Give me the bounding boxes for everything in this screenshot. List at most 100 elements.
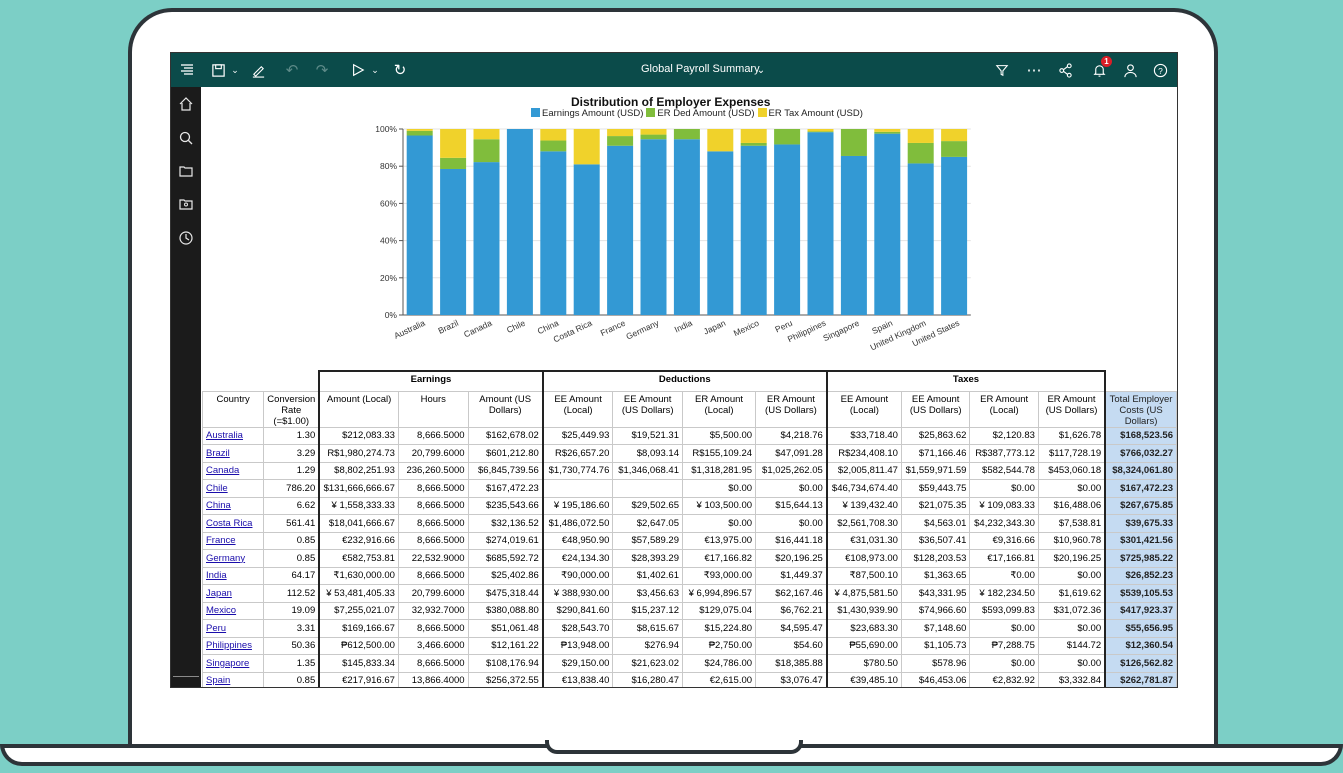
table-cell: $145,833.34 — [318, 654, 399, 673]
table-cell: ¥ 388,930.00 — [541, 584, 614, 603]
table-cell: $8,093.14 — [612, 444, 683, 463]
bar-segment — [840, 129, 867, 156]
table-cell: $4,563.01 — [900, 514, 971, 533]
total-cell: $725,985.22 — [1104, 549, 1177, 568]
x-tick-label: Costa Rica — [552, 318, 594, 345]
table-cell: €232,916.66 — [318, 531, 399, 550]
y-tick-label: 100% — [375, 124, 397, 134]
table-cell: ₹0.00 — [969, 566, 1039, 585]
table-cell: $0.00 — [681, 479, 757, 498]
table-cell: $578.96 — [900, 654, 971, 673]
country-link[interactable]: Japan — [201, 584, 265, 603]
country-link[interactable]: Spain — [201, 671, 265, 687]
country-link[interactable]: Germany — [201, 549, 265, 568]
table-cell: $1,619.62 — [1037, 584, 1106, 603]
table-cell: ₱55,690.00 — [825, 636, 902, 655]
team-folder-icon[interactable] — [175, 193, 197, 215]
bar-segment — [740, 129, 767, 143]
filter-icon[interactable] — [991, 59, 1013, 81]
column-header: EE Amount (US Dollars) — [900, 390, 971, 428]
table-cell: $4,218.76 — [755, 426, 828, 445]
chevron-down-icon[interactable]: ⌄ — [224, 59, 246, 81]
table-cell: $0.00 — [1037, 479, 1106, 498]
country-link[interactable]: Chile — [201, 479, 265, 498]
table-cell: $4,595.47 — [755, 619, 828, 638]
undo-icon[interactable]: ↶ — [281, 59, 303, 81]
country-link[interactable]: Philippines — [201, 636, 265, 655]
bar-segment — [406, 130, 433, 136]
table-cell: $0.00 — [1037, 654, 1106, 673]
country-link[interactable]: India — [201, 566, 265, 585]
x-tick-label: Australia — [392, 318, 426, 341]
table-cell: €217,916.67 — [318, 671, 399, 687]
refresh-icon[interactable]: ↻ — [389, 59, 411, 81]
bar-segment — [907, 163, 934, 315]
country-link[interactable]: Singapore — [201, 654, 265, 673]
country-link[interactable]: Brazil — [201, 444, 265, 463]
total-cell: $26,852.23 — [1104, 566, 1177, 585]
bar-segment — [473, 162, 500, 315]
table-cell: ¥ 195,186.60 — [541, 496, 614, 515]
table-cell: $0.00 — [969, 619, 1039, 638]
table-cell: 0.85 — [263, 549, 320, 568]
hamburger-icon[interactable] — [176, 59, 198, 81]
table-cell: 13,866.4000 — [397, 671, 469, 687]
recent-icon[interactable] — [175, 227, 197, 249]
country-link[interactable]: Canada — [201, 461, 265, 480]
column-header: ER Amount (Local) — [681, 390, 757, 428]
folder-icon[interactable] — [175, 160, 197, 182]
table-cell: $18,385.88 — [755, 654, 828, 673]
country-link[interactable]: France — [201, 531, 265, 550]
table-cell: 8,666.5000 — [397, 566, 469, 585]
table-cell: R$155,109.24 — [681, 444, 757, 463]
help-icon[interactable]: ? — [1149, 59, 1171, 81]
table-row: Spain 0.85 €217,916.67 13,866.4000 $256,372.… — [201, 671, 1177, 687]
country-link[interactable]: China — [201, 496, 265, 515]
bar-segment — [874, 131, 901, 134]
table-cell: €2,832.92 — [969, 671, 1039, 687]
redo-icon[interactable]: ↷ — [311, 59, 333, 81]
bar-segment — [941, 141, 968, 157]
table-cell: €108,973.00 — [825, 549, 902, 568]
country-link[interactable]: Mexico — [201, 601, 265, 620]
user-icon[interactable] — [1119, 59, 1141, 81]
table-cell: $0.00 — [1037, 566, 1106, 585]
chart-title: Distribution of Employer Expenses — [571, 95, 771, 109]
total-cell: $301,421.56 — [1104, 531, 1177, 550]
table-cell: $20,196.25 — [1037, 549, 1106, 568]
table-cell: $29,502.65 — [612, 496, 683, 515]
table-cell: ₹93,000.00 — [681, 566, 757, 585]
table-cell: 8,666.5000 — [397, 426, 469, 445]
search-icon[interactable] — [175, 127, 197, 149]
bar-segment — [807, 132, 834, 315]
table-cell: ₹90,000.00 — [541, 566, 614, 585]
total-cell: $39,675.33 — [1104, 514, 1177, 533]
country-link[interactable]: Australia — [201, 426, 265, 445]
more-icon[interactable]: ⋯ — [1023, 59, 1045, 81]
table-cell: $16,441.18 — [755, 531, 828, 550]
table-cell: 0.85 — [263, 531, 320, 550]
country-link[interactable]: Costa Rica — [201, 514, 265, 533]
table-cell: 236,260.5000 — [397, 461, 469, 480]
table-cell: €17,166.81 — [969, 549, 1039, 568]
table-cell: $1,363.65 — [900, 566, 971, 585]
share-icon[interactable] — [1054, 59, 1076, 81]
table-cell: $128,203.53 — [900, 549, 971, 568]
home-icon[interactable] — [175, 93, 197, 115]
report-title[interactable]: Global Payroll Summary — [641, 63, 760, 75]
table-cell: €17,166.82 — [681, 549, 757, 568]
table-cell — [612, 479, 683, 498]
total-cell: $55,656.95 — [1104, 619, 1177, 638]
edit-icon[interactable] — [247, 59, 269, 81]
table-cell: $28,543.70 — [541, 619, 614, 638]
chevron-down-icon[interactable]: ⌄ — [364, 59, 386, 81]
table-cell: $7,538.81 — [1037, 514, 1106, 533]
chevron-down-icon[interactable]: ⌄ — [750, 59, 772, 81]
table-cell: ¥ 103,500.00 — [681, 496, 757, 515]
column-header: Amount (Local) — [318, 390, 399, 428]
bar-segment — [907, 142, 934, 164]
stacked-bar-chart: 0% 20% 40% 60% 80% 100% Australia Brazil Canada C… — [375, 124, 971, 352]
country-link[interactable]: Peru — [201, 619, 265, 638]
table-cell: $685,592.72 — [467, 549, 544, 568]
table-cell: $74,966.60 — [900, 601, 971, 620]
